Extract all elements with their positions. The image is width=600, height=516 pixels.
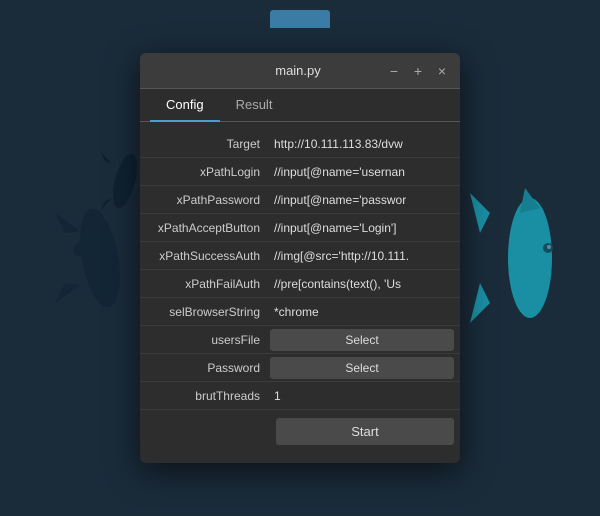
row-xpath-login: xPathLogin //input[@name='usernan <box>140 158 460 186</box>
row-users-file: usersFile Select <box>140 326 460 354</box>
row-xpath-success-auth: xPathSuccessAuth //img[@src='http://10.1… <box>140 242 460 270</box>
tab-config[interactable]: Config <box>150 89 220 122</box>
tabs-bar: Config Result <box>140 89 460 122</box>
value-target: http://10.111.113.83/dvw <box>270 137 460 151</box>
row-password: Password Select <box>140 354 460 382</box>
label-users-file: usersFile <box>140 333 270 347</box>
label-brut-threads: brutThreads <box>140 389 270 403</box>
window-title: main.py <box>210 63 386 78</box>
row-xpath-fail-auth: xPathFailAuth //pre[contains(text(), 'Us <box>140 270 460 298</box>
label-xpath-login: xPathLogin <box>140 165 270 179</box>
row-target: Target http://10.111.113.83/dvw <box>140 130 460 158</box>
value-sel-browser-string: *chrome <box>270 305 460 319</box>
value-xpath-fail-auth: //pre[contains(text(), 'Us <box>270 277 460 291</box>
fish-right-icon <box>470 183 580 333</box>
fish-left-icon <box>55 193 145 323</box>
row-xpath-password: xPathPassword //input[@name='passwor <box>140 186 460 214</box>
maximize-button[interactable]: + <box>410 64 426 78</box>
label-sel-browser-string: selBrowserString <box>140 305 270 319</box>
config-form: Target http://10.111.113.83/dvw xPathLog… <box>140 122 460 463</box>
value-xpath-login: //input[@name='usernan <box>270 165 460 179</box>
minimize-button[interactable]: − <box>386 64 402 78</box>
label-xpath-fail-auth: xPathFailAuth <box>140 277 270 291</box>
value-brut-threads: 1 <box>270 389 460 403</box>
label-target: Target <box>140 137 270 151</box>
title-bar: main.py − + × <box>140 53 460 89</box>
tab-result[interactable]: Result <box>220 89 289 122</box>
main-window: main.py − + × Config Result Target http:… <box>140 53 460 463</box>
row-xpath-accept-button: xPathAcceptButton //input[@name='Login'] <box>140 214 460 242</box>
select-users-file-button[interactable]: Select <box>270 329 454 351</box>
start-button[interactable]: Start <box>276 418 454 445</box>
row-sel-browser-string: selBrowserString *chrome <box>140 298 460 326</box>
label-xpath-password: xPathPassword <box>140 193 270 207</box>
value-xpath-password: //input[@name='passwor <box>270 193 460 207</box>
label-xpath-accept-button: xPathAcceptButton <box>140 221 270 235</box>
window-controls: − + × <box>386 64 450 78</box>
value-xpath-success-auth: //img[@src='http://10.111. <box>270 249 460 263</box>
close-button[interactable]: × <box>434 64 450 78</box>
label-xpath-success-auth: xPathSuccessAuth <box>140 249 270 263</box>
value-xpath-accept-button: //input[@name='Login'] <box>270 221 460 235</box>
label-password: Password <box>140 361 270 375</box>
select-password-button[interactable]: Select <box>270 357 454 379</box>
top-toolbar-decoration <box>270 10 330 28</box>
start-row: Start <box>140 410 460 455</box>
row-brut-threads: brutThreads 1 <box>140 382 460 410</box>
